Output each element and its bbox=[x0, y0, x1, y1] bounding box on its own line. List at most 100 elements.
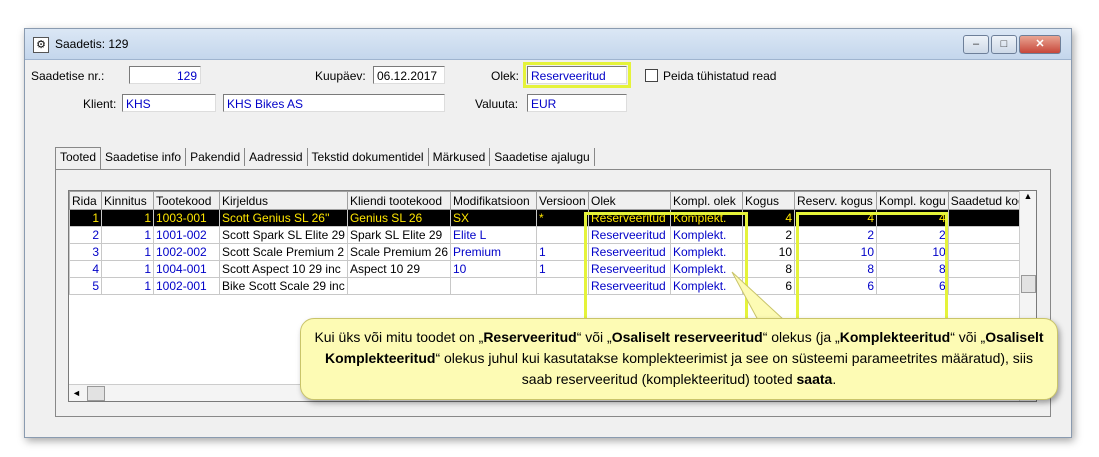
cell-confirmation: 1 bbox=[101, 260, 154, 278]
date-label: Kuupäev: bbox=[315, 69, 366, 83]
cell-modification: Elite L bbox=[450, 226, 537, 244]
client-label: Klient: bbox=[83, 97, 117, 111]
info-callout: Kui üks või mitu toodet on „Reserveeritu… bbox=[300, 318, 1058, 400]
cell-product-code: 1001-002 bbox=[153, 226, 220, 244]
col-header-row-no[interactable]: Rida bbox=[69, 191, 102, 210]
cell-client-product-code bbox=[346, 277, 452, 295]
callout-text-5: “ olekus juhul kui kasutatakse komplekte… bbox=[435, 350, 1034, 387]
callout-pointer bbox=[731, 271, 786, 321]
col-header-reserved-qty[interactable]: Reserv. kogus bbox=[794, 191, 877, 210]
cell-modification: SX bbox=[450, 209, 537, 227]
cell-row-no: 3 bbox=[69, 243, 102, 261]
cell-row-no: 5 bbox=[69, 277, 102, 295]
currency-label: Valuuta: bbox=[475, 97, 519, 111]
callout-text-1: Kui üks või mitu toodet on „ bbox=[314, 329, 484, 345]
tab-addresses[interactable]: Aadressid bbox=[245, 148, 308, 166]
table-header-row: Rida Kinnitus Tootekood Kirjeldus Kliend… bbox=[69, 191, 1029, 210]
cell-shipped-qty: 0 bbox=[947, 277, 1029, 295]
scroll-thumb[interactable] bbox=[1021, 275, 1036, 293]
cell-row-no: 4 bbox=[69, 260, 102, 278]
callout-bold-completed: Komplekteeritud bbox=[839, 329, 951, 345]
cell-description: Bike Scott Scale 29 inc bbox=[219, 277, 348, 295]
callout-bold-send: saata bbox=[796, 371, 833, 387]
cell-quantity: 10 bbox=[742, 243, 795, 261]
cell-confirmation: 1 bbox=[101, 209, 154, 227]
hide-cancelled-checkbox[interactable] bbox=[645, 69, 658, 82]
col-header-shipped-qty[interactable]: Saadetud kog bbox=[947, 191, 1029, 210]
cell-client-product-code: Scale Premium 26 bbox=[346, 243, 452, 261]
callout-text-6: . bbox=[832, 371, 837, 387]
callout-text-2: “ või „ bbox=[576, 329, 612, 345]
col-header-client-product-code[interactable]: Kliendi tootekood bbox=[346, 191, 452, 210]
currency-field[interactable]: EUR bbox=[527, 94, 627, 112]
client-code-field[interactable]: KHS bbox=[122, 94, 216, 112]
status-label: Olek: bbox=[491, 69, 520, 83]
client-name-field[interactable]: KHS Bikes AS bbox=[223, 94, 445, 112]
tab-document-texts[interactable]: Tekstid dokumentidel bbox=[308, 148, 429, 166]
scroll-left-icon[interactable]: ◄ bbox=[69, 388, 81, 398]
tab-packages[interactable]: Pakendid bbox=[186, 148, 246, 166]
col-header-description[interactable]: Kirjeldus bbox=[219, 191, 348, 210]
col-header-product-code[interactable]: Tootekood bbox=[153, 191, 220, 210]
col-header-kit-status[interactable]: Kompl. olek bbox=[670, 191, 743, 210]
tab-products[interactable]: Tooted bbox=[55, 147, 102, 170]
close-button[interactable]: ✕ bbox=[1019, 35, 1061, 54]
cell-version bbox=[536, 277, 589, 295]
cell-client-product-code: Spark SL Elite 29 bbox=[346, 226, 452, 244]
cell-version: 1 bbox=[536, 243, 589, 261]
scroll-up-icon[interactable]: ▲ bbox=[1020, 191, 1036, 201]
callout-bold-partially-reserved: Osaliselt reserveeritud bbox=[611, 329, 763, 345]
date-field[interactable]: 06.12.2017 bbox=[373, 66, 445, 84]
hide-cancelled-label: Peida tühistatud read bbox=[663, 69, 777, 83]
cell-row-no: 2 bbox=[69, 226, 102, 244]
callout-bold-reserved: Reserveeritud bbox=[483, 329, 577, 345]
cell-quantity: 2 bbox=[742, 226, 795, 244]
shipment-no-field[interactable]: 129 bbox=[129, 66, 201, 84]
app-icon: ⚙ bbox=[33, 37, 49, 53]
col-header-confirmation[interactable]: Kinnitus bbox=[101, 191, 154, 210]
cell-modification: Premium bbox=[450, 243, 537, 261]
tab-history[interactable]: Saadetise ajalugu bbox=[490, 148, 595, 166]
cell-modification bbox=[450, 277, 537, 295]
cell-description: Scott Aspect 10 29 inc bbox=[219, 260, 348, 278]
window-title: Saadetis: 129 bbox=[55, 37, 129, 51]
col-header-modification[interactable]: Modifikatsioon bbox=[450, 191, 537, 210]
cell-product-code: 1002-001 bbox=[153, 277, 220, 295]
cell-confirmation: 1 bbox=[101, 243, 154, 261]
cell-description: Scott Scale Premium 2 bbox=[219, 243, 348, 261]
cell-product-code: 1003-001 bbox=[153, 209, 220, 227]
tab-strip: Tooted Saadetise info Pakendid Aadressid Tek… bbox=[55, 147, 595, 170]
cell-client-product-code: Aspect 10 29 bbox=[346, 260, 452, 278]
cell-shipped-qty: 0 bbox=[947, 260, 1029, 278]
cell-shipped-qty: 0 bbox=[947, 226, 1029, 244]
cell-version bbox=[536, 226, 589, 244]
cell-shipped-qty: 0 bbox=[947, 209, 1029, 227]
maximize-button[interactable]: □ bbox=[991, 35, 1017, 54]
col-header-kit-qty[interactable]: Kompl. kogu bbox=[876, 191, 949, 210]
quantity-columns-highlight bbox=[796, 212, 948, 322]
callout-text-3: “ olekus (ja „ bbox=[762, 329, 840, 345]
minimize-button[interactable]: – bbox=[963, 35, 989, 54]
col-header-quantity[interactable]: Kogus bbox=[742, 191, 795, 210]
status-field[interactable]: Reserveeritud bbox=[523, 62, 631, 88]
hscroll-thumb[interactable] bbox=[87, 386, 105, 401]
tab-notes[interactable]: Märkused bbox=[429, 148, 491, 166]
shipment-no-label: Saadetise nr.: bbox=[31, 69, 105, 83]
cell-client-product-code: Genius SL 26 bbox=[346, 209, 452, 227]
cell-version: * bbox=[536, 209, 589, 227]
title-bar: ⚙ Saadetis: 129 – □ ✕ bbox=[25, 29, 1071, 60]
cell-quantity: 4 bbox=[742, 209, 795, 227]
cell-confirmation: 1 bbox=[101, 277, 154, 295]
cell-product-code: 1004-001 bbox=[153, 260, 220, 278]
cell-shipped-qty: 0 bbox=[947, 243, 1029, 261]
col-header-status[interactable]: Olek bbox=[588, 191, 671, 210]
cell-description: Scott Spark SL Elite 29 bbox=[219, 226, 348, 244]
col-header-version[interactable]: Versioon bbox=[536, 191, 589, 210]
tab-shipment-info[interactable]: Saadetise info bbox=[101, 148, 187, 166]
cell-modification: 10 bbox=[450, 260, 537, 278]
cell-row-no: 1 bbox=[69, 209, 102, 227]
cell-version: 1 bbox=[536, 260, 589, 278]
cell-confirmation: 1 bbox=[101, 226, 154, 244]
callout-text-4: “ või „ bbox=[950, 329, 986, 345]
status-columns-highlight bbox=[584, 212, 748, 322]
